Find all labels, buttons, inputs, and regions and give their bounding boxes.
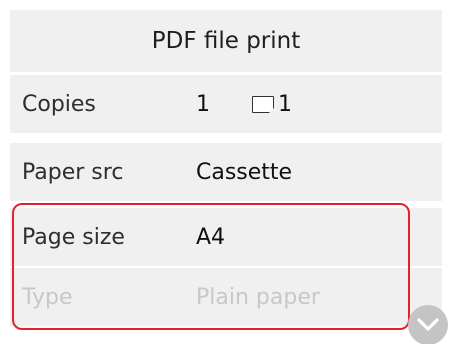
printer-screen: PDF file print Copies 1 1 Paper src Cass… (0, 0, 452, 344)
chevron-down-icon (417, 318, 439, 331)
setting-row-copies[interactable]: Copies 1 1 (10, 75, 442, 133)
paper-count: 1 (278, 91, 292, 117)
copies-count: 1 (196, 91, 210, 117)
setting-value: 1 1 (196, 92, 292, 117)
setting-label: Paper src (22, 159, 124, 185)
screen-title: PDF file print (10, 10, 442, 72)
setting-row-paper-src[interactable]: Paper src Cassette (10, 143, 442, 201)
paper-sheet-icon (252, 95, 275, 114)
setting-label: Copies (22, 91, 96, 117)
highlight-frame (12, 203, 410, 330)
setting-value: Cassette (196, 159, 293, 185)
scroll-down-button[interactable] (408, 305, 448, 344)
